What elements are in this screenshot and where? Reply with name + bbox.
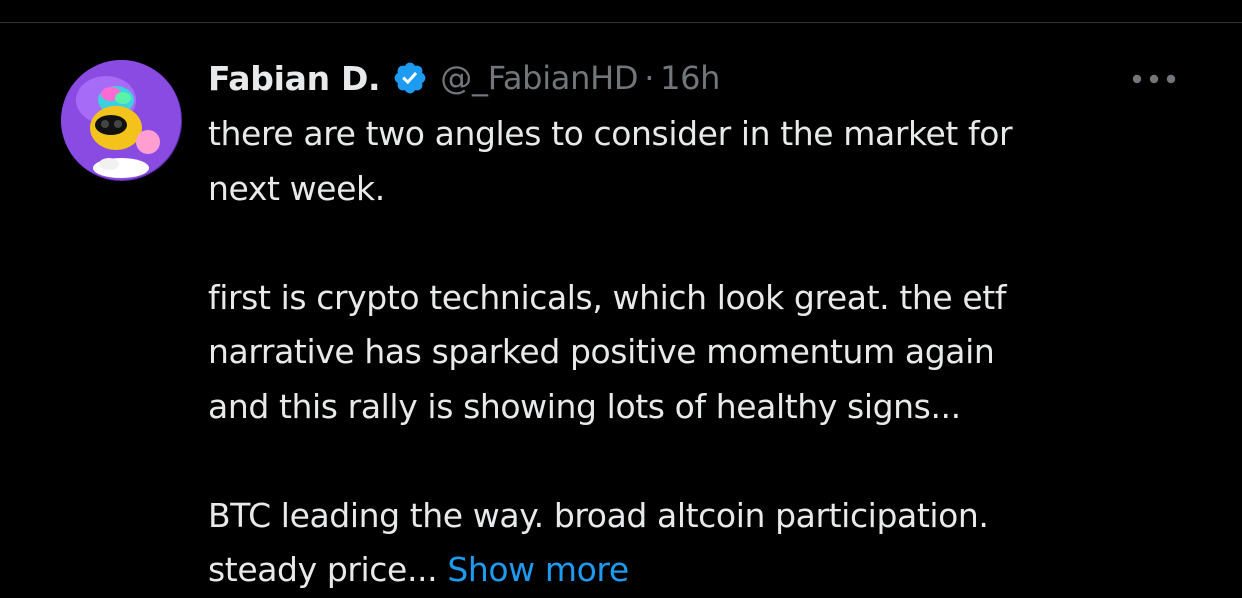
avatar[interactable] [61,60,182,181]
text-line: steady price... Show more [208,543,1208,598]
author-handle[interactable]: @_FabianHD [440,59,638,97]
tweet-paragraph: BTC leading the way. broad altcoin parti… [208,489,1208,598]
author-name[interactable]: Fabian D. [208,59,381,98]
tweet-paragraph: there are two angles to consider in the … [208,107,1208,216]
show-more-link[interactable]: Show more [447,550,629,589]
separator-dot: · [644,59,655,97]
tweet-text: there are two angles to consider in the … [208,107,1208,598]
text-line: and this rally is showing lots of health… [208,386,961,426]
text-line: next week. [208,168,385,208]
timestamp[interactable]: 16h [660,59,720,97]
more-options-icon [1132,74,1176,84]
tweet-paragraph: first is crypto technicals, which look g… [208,271,1208,435]
tweet-header: Fabian D. @_FabianHD · 16h [208,56,720,100]
tweet[interactable]: Fabian D. @_FabianHD · 16h there are two… [0,23,1242,595]
more-options-button[interactable] [1126,65,1182,93]
truncated-text: steady price... [208,550,438,589]
verified-badge-icon [392,60,428,96]
text-line: narrative has sparked positive momentum … [208,332,995,371]
text-line: first is crypto technicals, which look g… [208,277,1007,317]
text-line: there are two angles to consider in the … [208,114,1013,153]
avatar-image [61,60,181,180]
text-line: BTC leading the way. broad altcoin parti… [208,495,989,535]
